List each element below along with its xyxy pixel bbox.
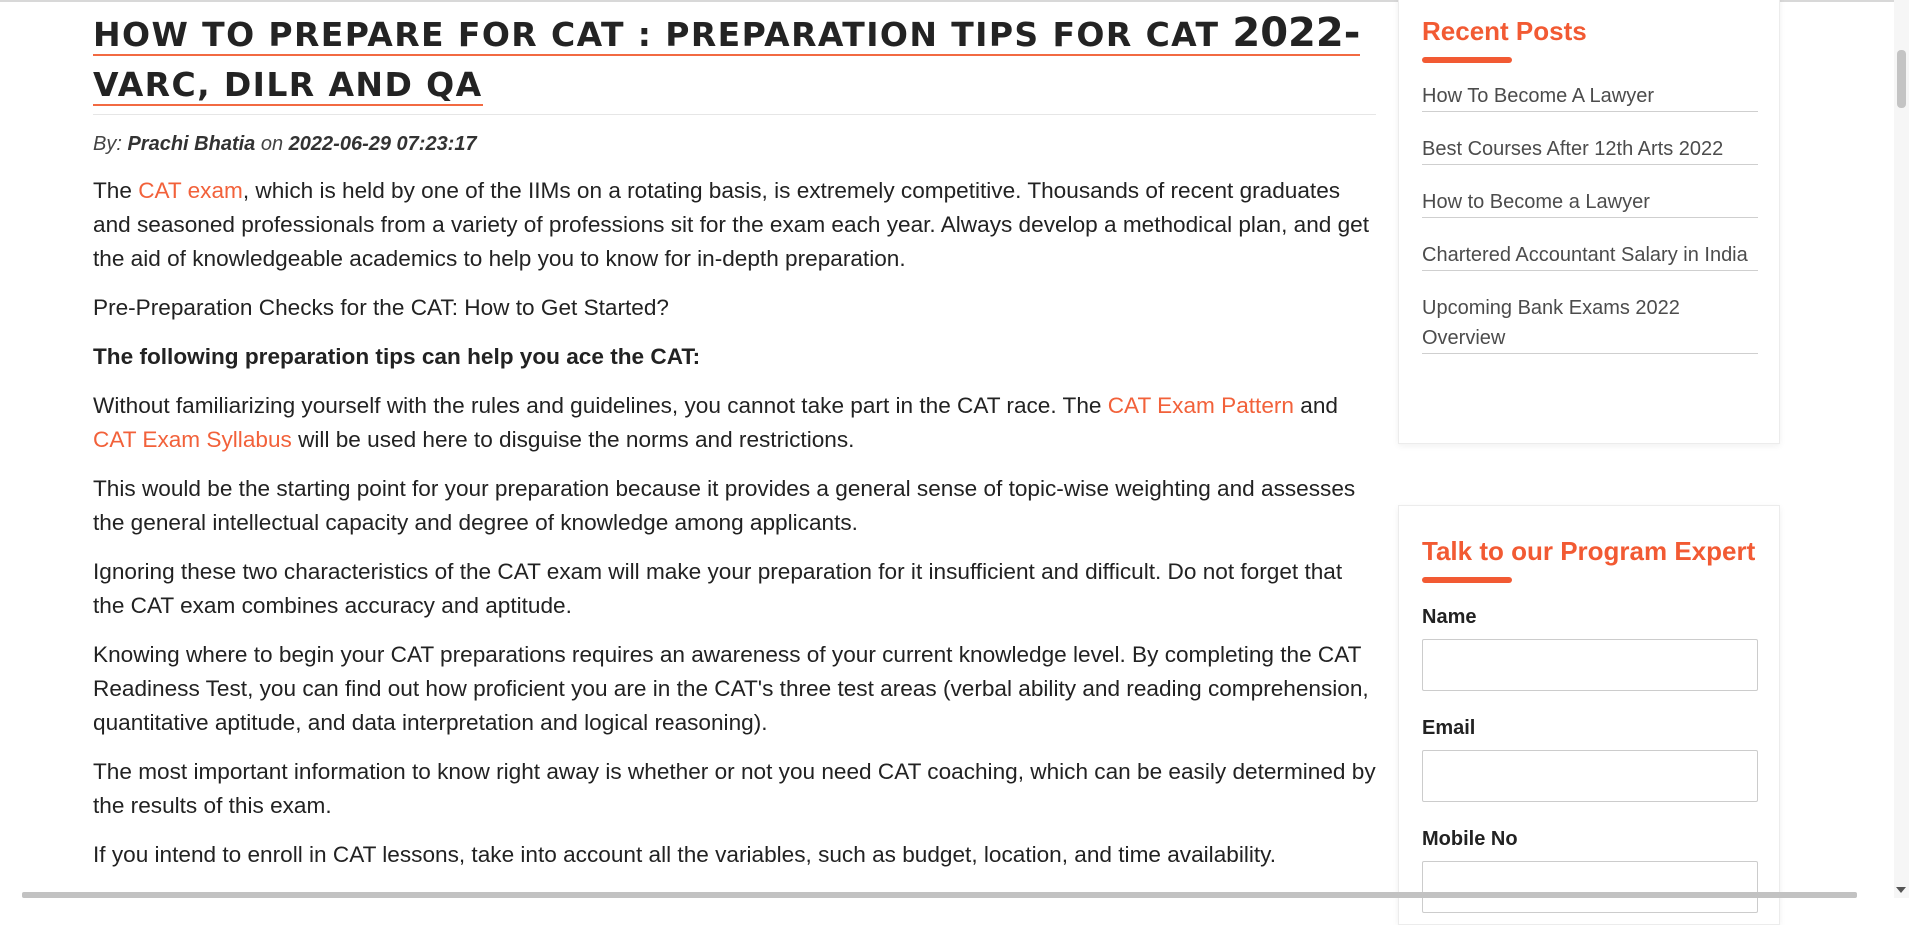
article-title: HOW TO PREPARE FOR CAT : PREPARATION TIP… bbox=[93, 8, 1378, 110]
recent-posts-underline bbox=[1422, 57, 1512, 63]
recent-post-link-bank-exams[interactable]: Upcoming Bank Exams 2022 Overview bbox=[1422, 297, 1680, 349]
scroll-down-arrow-icon[interactable] bbox=[1896, 887, 1906, 893]
page: HOW TO PREPARE FOR CAT : PREPARATION TIP… bbox=[0, 0, 1909, 925]
recent-post-item: Upcoming Bank Exams 2022 Overview bbox=[1422, 293, 1758, 354]
name-label: Name bbox=[1422, 606, 1477, 628]
email-label: Email bbox=[1422, 717, 1476, 739]
paragraph-rules-before: Without familiarizing yourself with the … bbox=[93, 393, 1108, 418]
recent-posts-title: Recent Posts bbox=[1422, 16, 1587, 46]
recent-posts-list: How To Become A Lawyer Best Courses Afte… bbox=[1422, 81, 1758, 376]
article-title-line1: HOW TO PREPARE FOR CAT : PREPARATION TIP… bbox=[93, 10, 1361, 56]
paragraph-rules: Without familiarizing yourself with the … bbox=[93, 389, 1378, 457]
article-title-main: HOW TO PREPARE FOR CAT : PREPARATION TIP… bbox=[93, 15, 1233, 54]
cat-exam-pattern-link[interactable]: CAT Exam Pattern bbox=[1108, 393, 1294, 418]
paragraph-intro: The CAT exam, which is held by one of th… bbox=[93, 174, 1378, 276]
article-body: The CAT exam, which is held by one of th… bbox=[93, 174, 1378, 872]
byline: By: Prachi Bhatia on 2022-06-29 07:23:17 bbox=[93, 133, 1378, 156]
paragraph-rules-after: will be used here to disguise the norms … bbox=[291, 427, 855, 452]
recent-post-link-courses[interactable]: Best Courses After 12th Arts 2022 bbox=[1422, 138, 1723, 160]
recent-post-item: Best Courses After 12th Arts 2022 bbox=[1422, 134, 1758, 165]
paragraph-intro-before: The bbox=[93, 178, 139, 203]
paragraph-coaching: The most important information to know r… bbox=[93, 759, 1376, 818]
paragraph-pre-preparation: Pre-Preparation Checks for the CAT: How … bbox=[93, 295, 669, 320]
email-input[interactable] bbox=[1422, 750, 1758, 802]
paragraph-enroll: If you intend to enroll in CAT lessons, … bbox=[93, 842, 1277, 867]
byline-author: Prachi Bhatia bbox=[127, 133, 256, 155]
title-divider bbox=[93, 114, 1376, 115]
cat-exam-link[interactable]: CAT exam bbox=[138, 178, 243, 203]
paragraph-starting-point: This would be the starting point for you… bbox=[93, 476, 1356, 535]
recent-post-item: How to Become a Lawyer bbox=[1422, 187, 1758, 218]
paragraph-readiness: Knowing where to begin your CAT preparat… bbox=[93, 642, 1369, 735]
recent-post-link-ca-salary[interactable]: Chartered Accountant Salary in India bbox=[1422, 244, 1748, 266]
recent-post-link-lawyer-2[interactable]: How to Become a Lawyer bbox=[1422, 191, 1650, 213]
name-input[interactable] bbox=[1422, 639, 1758, 691]
vertical-scrollbar[interactable] bbox=[1894, 0, 1909, 898]
program-expert-underline bbox=[1422, 577, 1512, 583]
paragraph-tips-heading: The following preparation tips can help … bbox=[93, 344, 701, 369]
cat-exam-syllabus-link[interactable]: CAT Exam Syllabus bbox=[93, 427, 292, 452]
recent-post-link-lawyer[interactable]: How To Become A Lawyer bbox=[1422, 85, 1654, 107]
article-title-line2: VARC, DILR AND QA bbox=[93, 65, 483, 106]
mobile-input[interactable] bbox=[1422, 861, 1758, 913]
recent-post-item: How To Become A Lawyer bbox=[1422, 81, 1758, 112]
article-title-year: 2022- bbox=[1232, 10, 1361, 56]
recent-post-item: Chartered Accountant Salary in India bbox=[1422, 240, 1758, 271]
paragraph-rules-middle: and bbox=[1294, 393, 1338, 418]
recent-posts-widget: Recent Posts How To Become A Lawyer Best… bbox=[1398, 0, 1780, 444]
mobile-label: Mobile No bbox=[1422, 828, 1518, 850]
paragraph-characteristics: Ignoring these two characteristics of th… bbox=[93, 559, 1343, 618]
byline-by: By: bbox=[93, 133, 122, 155]
article: HOW TO PREPARE FOR CAT : PREPARATION TIP… bbox=[93, 8, 1378, 887]
byline-on: on bbox=[260, 133, 284, 155]
vertical-scrollbar-thumb[interactable] bbox=[1897, 50, 1906, 108]
program-expert-title: Talk to our Program Expert bbox=[1422, 536, 1756, 566]
horizontal-scrollbar-thumb[interactable] bbox=[22, 892, 1857, 898]
byline-date: 2022-06-29 07:23:17 bbox=[288, 133, 477, 155]
program-expert-widget: Talk to our Program Expert Name Email Mo… bbox=[1398, 505, 1780, 925]
paragraph-intro-after: , which is held by one of the IIMs on a … bbox=[93, 178, 1370, 271]
